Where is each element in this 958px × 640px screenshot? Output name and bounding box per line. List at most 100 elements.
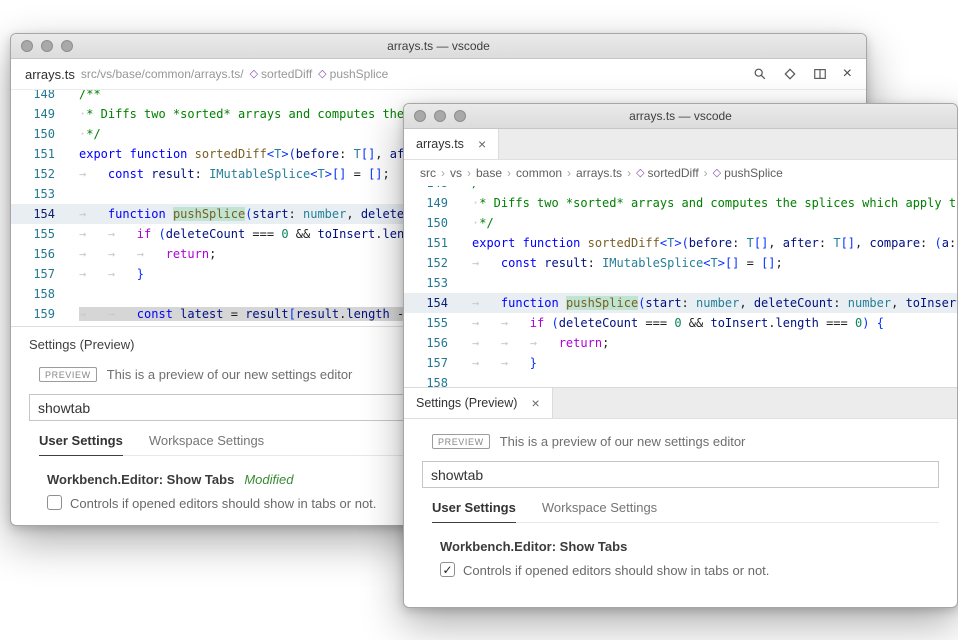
line-number: 155 — [404, 313, 448, 333]
split-editor-icon[interactable] — [813, 67, 827, 81]
code-text: → const result: IMutableSplice<T>[] = []… — [55, 164, 390, 184]
preview-description: This is a preview of our new settings ed… — [500, 434, 746, 449]
line-number: 151 — [11, 144, 55, 164]
window-title: arrays.ts — vscode — [387, 39, 490, 53]
editor-header: arrays.ts src/vs/base/common/arrays.ts/ … — [11, 59, 866, 90]
titlebar-front[interactable]: arrays.ts — vscode — [404, 104, 957, 129]
code-text — [448, 373, 472, 387]
code-line-152: 152→ const result: IMutableSplice<T>[] =… — [404, 253, 957, 273]
editor-tab-bar: arrays.ts × — [404, 129, 957, 160]
minimize-window-button[interactable] — [41, 40, 53, 52]
symbol-method-icon: ◇ — [636, 168, 644, 179]
zoom-window-button[interactable] — [454, 110, 466, 122]
editor-title-path: src/vs/base/common/arrays.ts/ — [81, 67, 244, 81]
preview-row: PREVIEW This is a preview of our new set… — [432, 434, 957, 449]
line-number: 149 — [404, 193, 448, 213]
open-preview-icon[interactable] — [783, 67, 797, 81]
code-line-150: 150·*/ — [404, 213, 957, 233]
editor-title-filename: arrays.ts — [25, 67, 75, 82]
breadcrumb-item[interactable]: src — [420, 166, 436, 180]
symbol-path-item[interactable]: ◇ pushSplice — [318, 67, 388, 81]
breadcrumb-label: pushSplice — [724, 166, 783, 180]
close-tab-icon[interactable]: × — [531, 396, 539, 410]
tab-workspace-settings[interactable]: Workspace Settings — [542, 500, 657, 522]
breadcrumb-item[interactable]: common — [516, 166, 562, 180]
preview-description: This is a preview of our new settings ed… — [107, 367, 353, 382]
line-number: 158 — [404, 373, 448, 387]
code-editor[interactable]: 148/**149·* Diffs two *sorted* arrays an… — [404, 186, 957, 387]
breadcrumb-item[interactable]: vs — [450, 166, 462, 180]
symbol-method-icon: ◇ — [318, 69, 326, 80]
titlebar-back[interactable]: arrays.ts — vscode — [11, 34, 866, 59]
code-text: ·*/ — [448, 213, 494, 233]
code-text: → → } — [55, 264, 144, 284]
code-text: → → const latest = result[result.length … — [55, 304, 433, 324]
line-number: 154 — [11, 204, 55, 224]
setting-description: Controls if opened editors should show i… — [463, 562, 769, 579]
setting-name: Workbench.Editor: Show Tabs — [440, 539, 627, 554]
line-number: 159 — [11, 304, 55, 324]
code-text — [55, 284, 79, 304]
breadcrumb-item[interactable]: ◇pushSplice — [713, 166, 783, 180]
close-editor-icon[interactable]: × — [843, 66, 852, 82]
setting-name: Workbench.Editor: Show Tabs — [47, 472, 234, 487]
line-number: 157 — [11, 264, 55, 284]
tab-label: arrays.ts — [416, 137, 464, 151]
desktop: arrays.ts — vscode arrays.ts src/vs/base… — [0, 0, 958, 640]
chevron-separator-icon: › — [467, 166, 471, 180]
line-number: 157 — [404, 353, 448, 373]
line-number: 152 — [404, 253, 448, 273]
settings-tab-bar: Settings (Preview) × — [404, 387, 957, 419]
code-text — [55, 184, 79, 204]
close-tab-icon[interactable]: × — [478, 137, 486, 151]
code-text — [448, 273, 472, 293]
show-tabs-checkbox[interactable]: ✓ — [440, 562, 455, 577]
text-selection: → → const latest = result[result.length … — [79, 307, 433, 321]
code-line-153: 153 — [404, 273, 957, 293]
line-number: 153 — [404, 273, 448, 293]
zoom-window-button[interactable] — [61, 40, 73, 52]
breadcrumb-label: sortedDiff — [648, 166, 699, 180]
tab-user-settings[interactable]: User Settings — [432, 500, 516, 523]
line-number: 152 — [11, 164, 55, 184]
breadcrumb-item[interactable]: arrays.ts — [576, 166, 622, 180]
close-window-button[interactable] — [414, 110, 426, 122]
code-line-156: 156→ → → return; — [404, 333, 957, 353]
code-text: /** — [55, 90, 101, 104]
tab-settings-preview[interactable]: Settings (Preview) × — [404, 388, 553, 418]
line-number: 150 — [404, 213, 448, 233]
breadcrumb-item[interactable]: ◇ sortedDiff — [636, 166, 699, 180]
symbol-label: sortedDiff — [261, 67, 312, 81]
breadcrumb-item[interactable]: base — [476, 166, 502, 180]
setting-row-header: Workbench.Editor: Show Tabs — [440, 539, 957, 554]
code-line-151: 151export function sortedDiff<T>(before:… — [404, 233, 957, 253]
symbol-method-icon: ◇ — [713, 168, 721, 179]
search-icon[interactable] — [753, 67, 767, 81]
setting-row-control: ✓ Controls if opened editors should show… — [440, 562, 939, 579]
line-number: 148 — [404, 186, 448, 193]
symbol-path-item[interactable]: ◇ sortedDiff — [250, 67, 313, 81]
code-line-148: 148/** — [404, 186, 957, 193]
tab-workspace-settings[interactable]: Workspace Settings — [149, 433, 264, 455]
breadcrumb-label: common — [516, 166, 562, 180]
code-line-148: 148/** — [11, 90, 866, 104]
code-line-149: 149·* Diffs two *sorted* arrays and comp… — [404, 193, 957, 213]
settings-search-input[interactable] — [422, 461, 939, 488]
line-number: 149 — [11, 104, 55, 124]
minimize-window-button[interactable] — [434, 110, 446, 122]
symbol-label: pushSplice — [330, 67, 389, 81]
tab-user-settings[interactable]: User Settings — [39, 433, 123, 456]
code-text: → → → return; — [55, 244, 216, 264]
show-tabs-checkbox[interactable] — [47, 495, 62, 510]
line-number: 155 — [11, 224, 55, 244]
settings-scope-tabs: User Settings Workspace Settings — [432, 500, 939, 523]
editor-actions: × — [753, 66, 852, 82]
chevron-separator-icon: › — [704, 166, 708, 180]
line-number: 148 — [11, 90, 55, 104]
code-text: export function sortedDiff<T>(before: T[… — [448, 233, 957, 253]
code-line-157: 157→ → } — [404, 353, 957, 373]
code-line-158: 158 — [404, 373, 957, 387]
traffic-lights — [414, 110, 466, 122]
close-window-button[interactable] — [21, 40, 33, 52]
tab-arrays-ts[interactable]: arrays.ts × — [404, 129, 499, 159]
